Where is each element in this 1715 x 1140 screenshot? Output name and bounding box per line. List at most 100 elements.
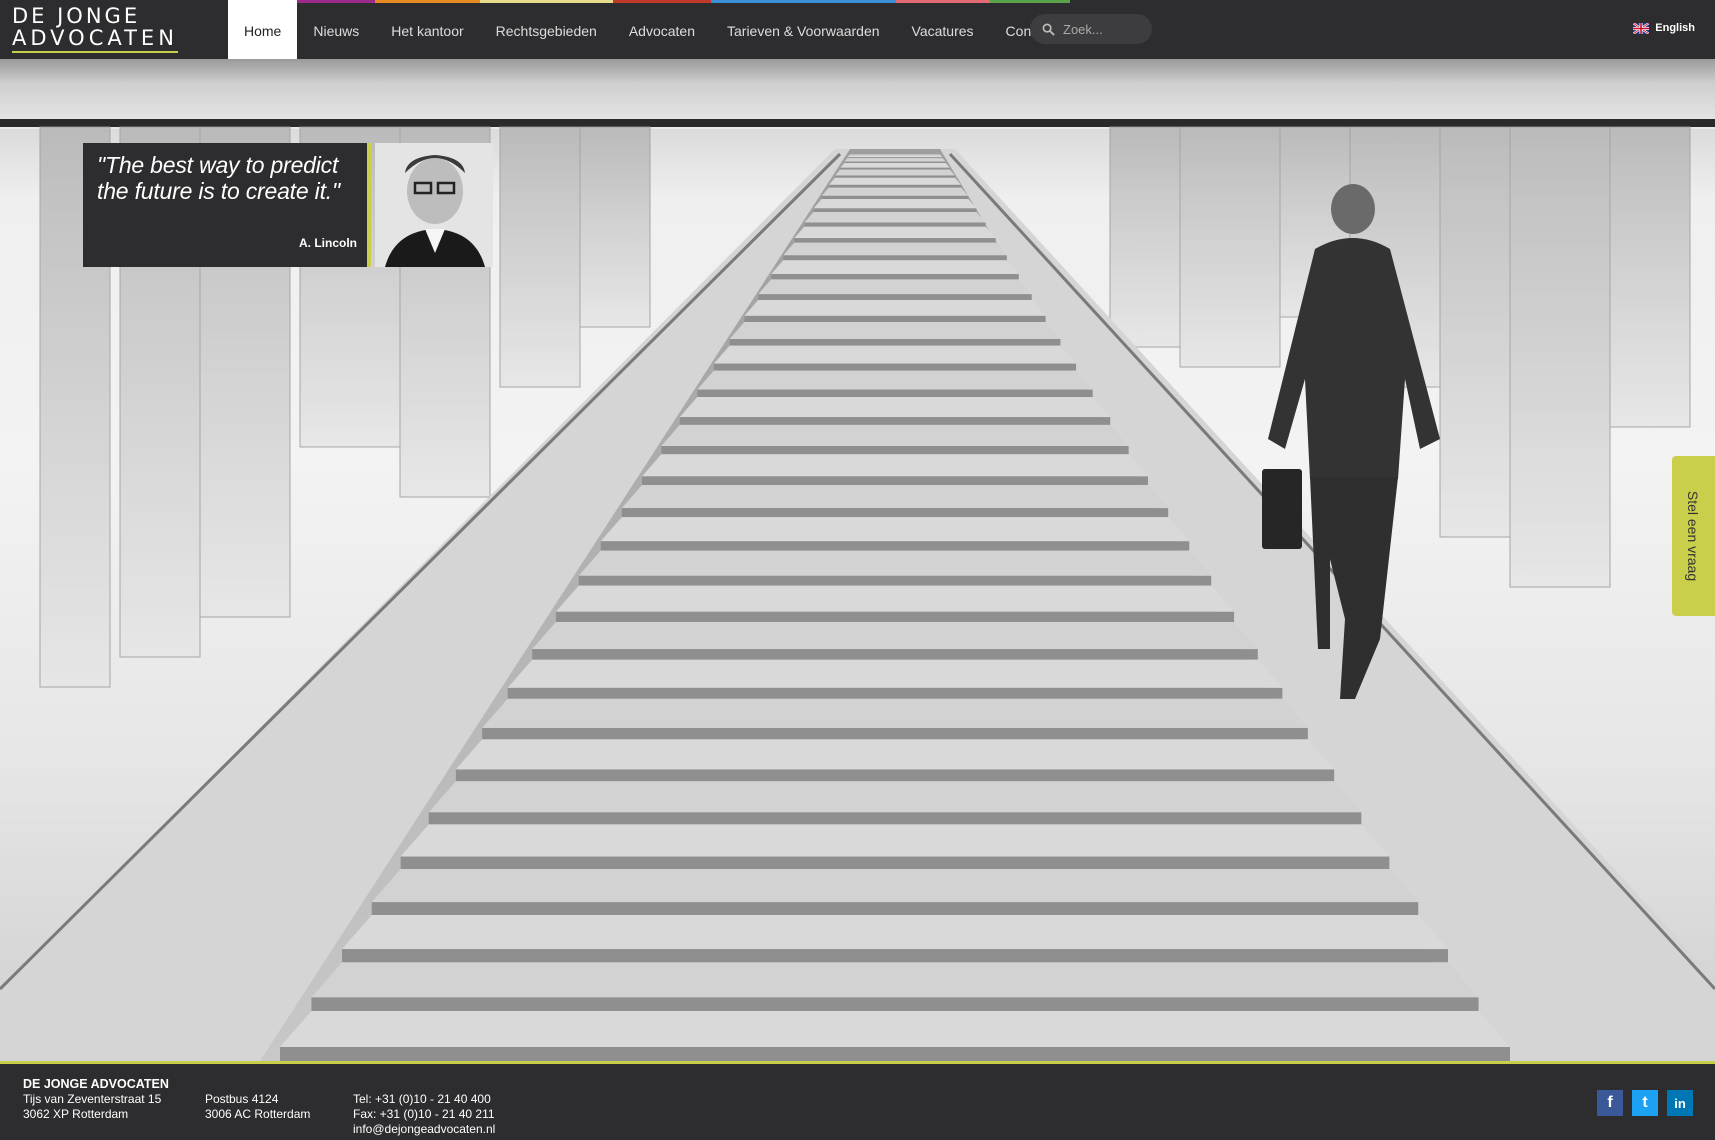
stair-step: [744, 299, 1046, 316]
footer-email[interactable]: info@dejongeadvocaten.nl: [353, 1122, 495, 1137]
footer-contact: Tel: +31 (0)10 - 21 40 400 Fax: +31 (0)1…: [353, 1092, 495, 1137]
stair-riser: [771, 274, 1019, 280]
stair-step: [661, 424, 1129, 447]
nav-label: Vacatures: [911, 23, 974, 39]
nav-item-rechtsgebieden[interactable]: Rechtsgebieden: [479, 0, 613, 59]
facebook-icon[interactable]: f: [1597, 1090, 1623, 1116]
stair-step: [532, 621, 1258, 650]
stair-riser: [844, 161, 946, 164]
stair-step: [804, 212, 986, 223]
stair-riser: [713, 363, 1077, 371]
nav-item-home[interactable]: Home: [228, 0, 298, 59]
stair-step: [578, 550, 1212, 576]
search-input[interactable]: [1063, 21, 1143, 37]
stair-riser: [507, 687, 1283, 699]
stair-step: [758, 279, 1032, 295]
stair-riser: [847, 157, 943, 159]
stair-riser: [821, 195, 969, 200]
stair-step: [840, 163, 950, 168]
stair-riser: [482, 727, 1308, 740]
footer-fax: Fax: +31 (0)10 - 21 40 211: [353, 1107, 495, 1121]
nav-item-advocaten[interactable]: Advocaten: [612, 0, 711, 59]
uk-flag-icon: [1633, 22, 1650, 34]
lawyer-portrait: [375, 143, 493, 267]
stair-step: [844, 158, 946, 162]
nav-item-tarieven[interactable]: Tarieven & Voorwaarden: [711, 0, 896, 59]
logo[interactable]: DE JONGE ADVOCATEN: [12, 5, 192, 53]
stair-riser: [371, 902, 1419, 915]
site-header: DE JONGE ADVOCATEN Home Nieuws Het kanto…: [0, 0, 1715, 59]
stair-riser: [744, 315, 1046, 323]
nav-label: Home: [244, 23, 282, 39]
footer-postbus-line1: Postbus 4124: [205, 1092, 279, 1106]
stair-step: [729, 322, 1061, 339]
stair-riser: [679, 417, 1111, 425]
stair-step: [679, 397, 1111, 418]
ask-question-label: Stel een vraag: [1685, 490, 1702, 582]
stair-riser: [342, 949, 1448, 963]
stair-step: [455, 739, 1335, 770]
stair-riser: [783, 255, 1007, 261]
stair-step: [783, 242, 1007, 256]
stair-riser: [600, 541, 1190, 551]
stair-riser: [532, 649, 1258, 660]
stair-step: [835, 169, 955, 176]
footer-company: DE JONGE ADVOCATEN: [23, 1077, 169, 1091]
stair-riser: [280, 1046, 1510, 1061]
nav-item-nieuws[interactable]: Nieuws: [297, 0, 376, 59]
footer-tel: Tel: +31 (0)10 - 21 40 400: [353, 1092, 491, 1106]
stair-riser: [729, 338, 1061, 346]
stair-step: [621, 484, 1169, 509]
stair-step: [713, 345, 1077, 364]
nav-item-vacatures[interactable]: Vacatures: [895, 0, 990, 59]
stair-step: [821, 187, 969, 196]
stair-riser: [840, 167, 950, 170]
stair-step: [280, 1010, 1510, 1047]
stair-riser: [828, 184, 962, 188]
stair-riser: [835, 175, 955, 178]
stair-riser: [578, 575, 1212, 586]
stair-riser: [621, 508, 1169, 518]
stair-step: [794, 226, 996, 239]
stair-step: [847, 155, 943, 158]
stair-riser: [697, 389, 1093, 398]
logo-line1: DE JONGE: [12, 4, 141, 28]
quote-box: "The best way to predict the future is t…: [83, 143, 371, 267]
footer-postbus-line2: 3006 AC Rotterdam: [205, 1107, 311, 1121]
search-box[interactable]: [1030, 14, 1152, 44]
stair-step: [555, 585, 1235, 612]
nav-label: Rechtsgebieden: [495, 23, 597, 39]
search-icon: [1042, 23, 1055, 36]
logo-line2: ADVOCATEN: [12, 27, 178, 53]
stair-riser: [661, 446, 1129, 455]
stair-step: [849, 154, 941, 155]
stair-riser: [642, 476, 1148, 485]
stair-riser: [400, 856, 1390, 870]
hero-image: "The best way to predict the future is t…: [0, 59, 1715, 1061]
language-switch[interactable]: English: [1633, 22, 1695, 34]
stair-step: [828, 177, 962, 185]
stair-riser: [794, 238, 996, 243]
quote-author: A. Lincoln: [299, 236, 357, 250]
stair-step: [771, 260, 1019, 275]
stair-step: [428, 781, 1362, 813]
nav-item-het-kantoor[interactable]: Het kantoor: [375, 0, 480, 59]
nav-label: Advocaten: [628, 23, 695, 39]
nav-label: Tarieven & Voorwaarden: [727, 23, 880, 39]
stair-step: [642, 454, 1148, 477]
footer-address: DE JONGE ADVOCATEN Tijs van Zeventerstra…: [23, 1077, 169, 1122]
stair-riser: [813, 208, 977, 213]
ask-question-tab[interactable]: Stel een vraag: [1672, 456, 1715, 616]
stair-step: [311, 962, 1479, 998]
site-footer: DE JONGE ADVOCATEN Tijs van Zeventerstra…: [0, 1061, 1715, 1140]
twitter-icon[interactable]: t: [1632, 1090, 1658, 1116]
stair-step: [697, 370, 1093, 390]
footer-postbus: Postbus 4124 3006 AC Rotterdam: [205, 1092, 310, 1122]
stair-riser: [804, 222, 986, 227]
stair-step: [600, 517, 1190, 542]
stair-step: [482, 698, 1308, 728]
stair-step: [507, 659, 1283, 688]
stair-step: [371, 869, 1419, 903]
stair-step: [400, 824, 1390, 857]
linkedin-icon[interactable]: in: [1667, 1090, 1693, 1116]
